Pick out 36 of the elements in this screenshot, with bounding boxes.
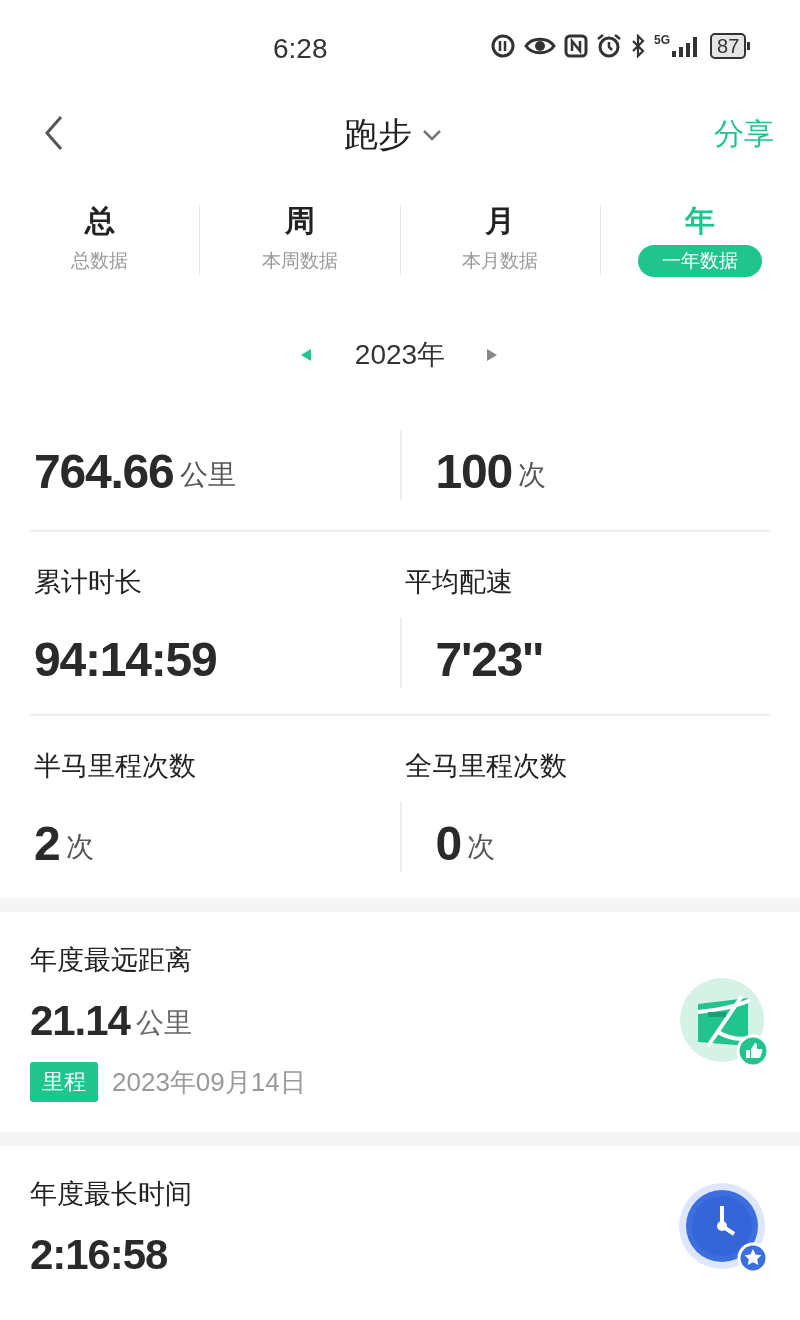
record-title: 年度最长时间 (30, 1178, 192, 1211)
back-icon (44, 115, 64, 151)
caret-icon (422, 128, 442, 141)
nfc-icon (564, 34, 588, 58)
stat-value: 100 (435, 444, 512, 500)
record-unit: 公里 (135, 1006, 192, 1040)
bluetooth-icon (630, 34, 646, 58)
stat-unit: 次 (65, 830, 94, 864)
sport-dropdown[interactable]: 跑步 (344, 109, 442, 160)
stat-label: 半马里程次数 (34, 750, 197, 783)
record-date: 2023年09月14日 (112, 1065, 306, 1099)
stat-label: 平均配速 (404, 566, 514, 599)
record-value: 21.14 (30, 996, 130, 1046)
stat-value: 764.66 (34, 444, 174, 500)
stat-unit: 公里 (179, 458, 236, 492)
stat-value: 7'23'' (435, 632, 543, 688)
year-label: 2023年 (354, 338, 446, 372)
stat-label: 累计时长 (34, 566, 143, 599)
alarm-icon (596, 33, 622, 59)
map-badge-icon (678, 976, 770, 1068)
network-type: 5G (654, 34, 670, 46)
stat-value: 2 (34, 816, 60, 872)
period-tab[interactable]: 周 本周数据 (200, 203, 400, 277)
record-value: 2:16:58 (30, 1230, 168, 1280)
clock-time: 6:28 (273, 32, 328, 66)
stat-value: 94:14:59 (34, 632, 217, 688)
eye-icon (524, 35, 556, 57)
category-tag: 里程 (30, 1062, 98, 1102)
period-tab[interactable]: 月 本月数据 (400, 203, 600, 277)
stat-unit: 次 (467, 830, 495, 864)
stat-unit: 次 (518, 458, 546, 492)
stat-value: 0 (435, 816, 461, 872)
battery-indicator: 87 (710, 33, 751, 59)
period-tab[interactable]: 总 总数据 (0, 203, 200, 277)
record-title: 年度最远距离 (30, 944, 193, 977)
stat-label: 全马里程次数 (404, 750, 568, 783)
